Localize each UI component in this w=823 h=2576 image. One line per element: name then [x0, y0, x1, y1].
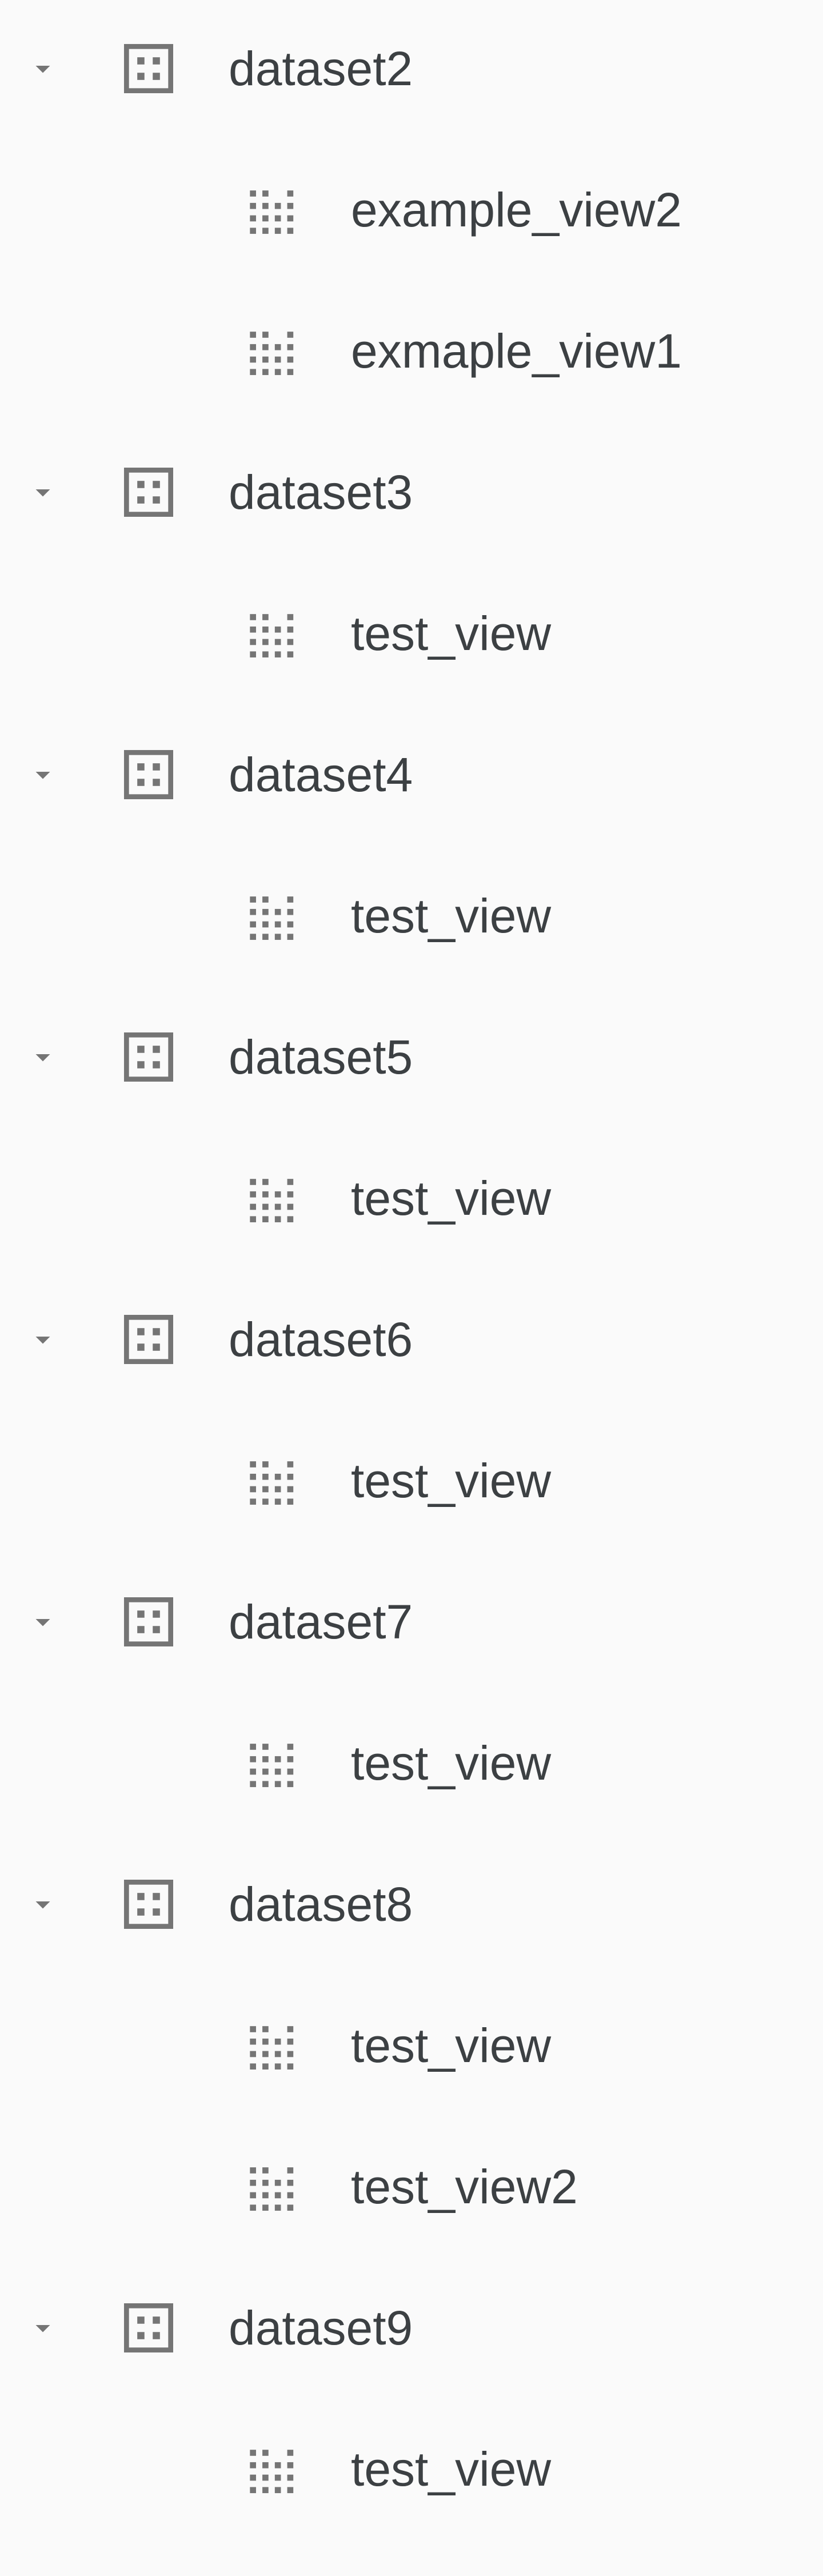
dataset-row-dataset5[interactable]: dataset5 [0, 1008, 823, 1106]
view-label: exmaple_view1 [351, 324, 682, 378]
arrow-drop-down-icon[interactable] [24, 2309, 62, 2347]
dataset-icon [115, 1871, 182, 1937]
view-row-test_view[interactable]: test_view [0, 1997, 823, 2094]
view-label: test_view [351, 2019, 552, 2072]
dataset-row-dataset8[interactable]: dataset8 [0, 1856, 823, 1953]
view-icon [239, 600, 305, 667]
view-label: test_view [351, 2442, 552, 2496]
dataset-row-dataset3[interactable]: dataset3 [0, 444, 823, 541]
arrow-drop-down-icon[interactable] [24, 1038, 62, 1076]
dataset-label: dataset8 [229, 1877, 413, 1931]
dataset-icon [115, 2295, 182, 2361]
dataset-icon [115, 1024, 182, 1090]
view-row-test_view[interactable]: test_view [0, 1150, 823, 1247]
dataset-label: dataset3 [229, 465, 413, 519]
dataset-label: dataset5 [229, 1030, 413, 1084]
view-icon [239, 883, 305, 949]
view-label: test_view [351, 607, 552, 660]
dataset-icon [115, 459, 182, 525]
dataset-icon [115, 741, 182, 808]
dataset-row-dataset9[interactable]: dataset9 [0, 2279, 823, 2376]
view-row-test_view[interactable]: test_view [0, 2421, 823, 2518]
view-label: test_view [351, 1171, 552, 1225]
dataset-label: dataset6 [229, 1313, 413, 1366]
view-row-test_view[interactable]: test_view [0, 1432, 823, 1529]
arrow-drop-down-icon[interactable] [24, 473, 62, 511]
dataset-tree: dataset2 example_view2 exmaple_view1datase… [0, 0, 823, 2576]
dataset-row-dataset7[interactable]: dataset7 [0, 1573, 823, 1670]
dataset-label: dataset4 [229, 748, 413, 801]
view-row-test_view[interactable]: test_view [0, 585, 823, 682]
dataset-label: dataset9 [229, 2301, 413, 2355]
view-label: example_view2 [351, 183, 682, 237]
view-icon [239, 177, 305, 243]
view-label: test_view [351, 1736, 552, 1790]
arrow-drop-down-icon[interactable] [24, 1885, 62, 1923]
view-icon [239, 1165, 305, 1231]
view-icon [239, 1447, 305, 1514]
dataset-label: dataset2 [229, 42, 413, 95]
arrow-drop-down-icon[interactable] [24, 756, 62, 793]
view-row-example_view2[interactable]: example_view2 [0, 161, 823, 258]
view-row-test_view2[interactable]: test_view2 [0, 2138, 823, 2235]
dataset-row-dataset4[interactable]: dataset4 [0, 726, 823, 823]
view-label: test_view [351, 1454, 552, 1508]
view-icon [239, 1730, 305, 1796]
arrow-drop-down-icon[interactable] [24, 50, 62, 87]
dataset-label: dataset7 [229, 1595, 413, 1649]
view-row-test_view[interactable]: test_view [0, 1714, 823, 1812]
view-label: test_view [351, 889, 552, 943]
view-icon [239, 2012, 305, 2079]
view-row-test_view[interactable]: test_view [0, 867, 823, 964]
dataset-icon [115, 1306, 182, 1373]
dataset-row-dataset6[interactable]: dataset6 [0, 1291, 823, 1388]
dataset-row-dataset2[interactable]: dataset2 [0, 20, 823, 117]
dataset-icon [115, 1589, 182, 1655]
view-icon [239, 318, 305, 384]
arrow-drop-down-icon[interactable] [24, 1321, 62, 1358]
view-icon [239, 2436, 305, 2502]
view-label: test_view2 [351, 2160, 578, 2214]
view-row-exmaple_view1[interactable]: exmaple_view1 [0, 302, 823, 400]
dataset-icon [115, 35, 182, 102]
view-icon [239, 2154, 305, 2220]
arrow-drop-down-icon[interactable] [24, 1603, 62, 1641]
